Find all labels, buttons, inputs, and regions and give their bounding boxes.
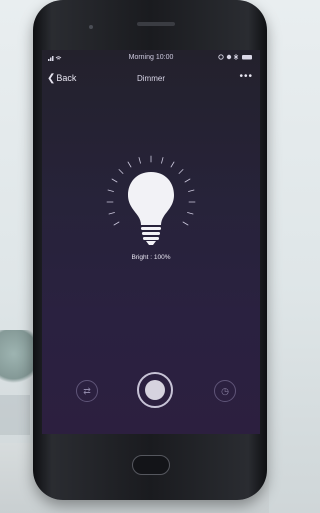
nav-bar: ❮Back Dimmer ••• (42, 70, 260, 86)
more-options-button[interactable]: ••• (239, 71, 253, 82)
home-button[interactable] (132, 455, 170, 475)
status-bar: Morning 10:00 (42, 52, 260, 64)
bulb-control[interactable] (101, 150, 201, 250)
lightbulb-icon (106, 155, 196, 245)
front-camera (89, 25, 93, 29)
swap-arrows-icon: ⇄ (83, 385, 91, 396)
system-icons (218, 53, 254, 63)
switch-mode-button[interactable]: ⇄ (76, 380, 98, 402)
brightness-readout: Bright : 100% (131, 254, 171, 261)
background-plant (0, 330, 34, 390)
earpiece-speaker (137, 22, 175, 26)
app-screen: Morning 10:00 ❮Back Dimmer ••• Bright: … (42, 50, 260, 434)
phone-frame: Morning 10:00 ❮Back Dimmer ••• Bright: … (33, 0, 267, 500)
timer-button[interactable]: ◷ (214, 380, 236, 402)
control-bar: ⇄ ◷ (42, 372, 260, 412)
power-indicator (145, 380, 165, 400)
background-shelf (0, 395, 30, 435)
clock-icon: ◷ (221, 385, 229, 396)
power-toggle-button[interactable] (137, 372, 173, 408)
page-title: Dimmer (137, 74, 165, 83)
